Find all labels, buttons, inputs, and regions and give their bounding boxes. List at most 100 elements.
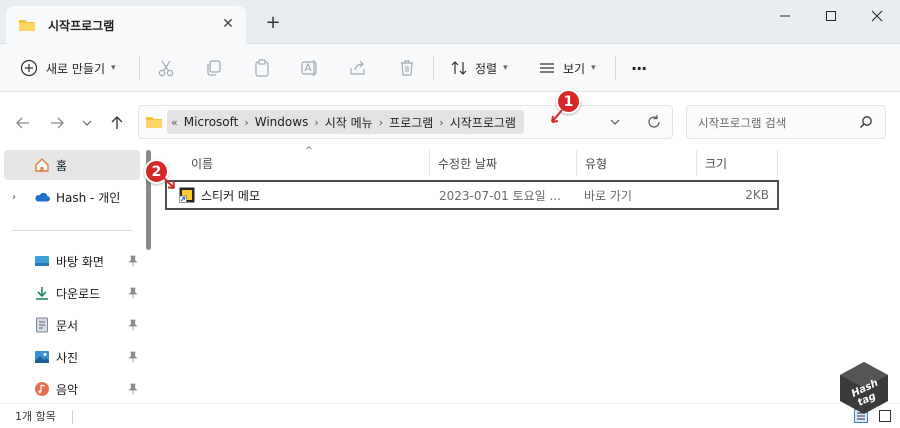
copy-button[interactable] <box>204 54 224 82</box>
overflow-chevron[interactable]: « <box>169 116 180 129</box>
forward-button[interactable] <box>46 112 68 134</box>
recent-locations-button[interactable] <box>76 112 98 134</box>
document-icon <box>34 317 50 333</box>
toolbar-divider <box>433 56 434 80</box>
trash-icon <box>401 60 413 76</box>
share-icon <box>350 60 365 75</box>
sidebar-item-label: 문서 <box>56 318 79 333</box>
toolbar-divider <box>615 56 616 80</box>
chevron-down-icon: ▾ <box>503 63 508 73</box>
file-type: 바로 가기 <box>584 188 632 203</box>
annotation-arrow-2 <box>163 177 175 189</box>
item-count: 1개 항목 <box>15 410 56 423</box>
chevron-down-icon: ▾ <box>591 63 596 73</box>
file-modified: 2023-07-01 토요일 ... <box>439 188 561 203</box>
cut-button[interactable] <box>156 54 176 82</box>
sidebar-item-downloads[interactable]: 다운로드 <box>4 278 140 308</box>
new-tab-button[interactable]: + <box>262 12 284 34</box>
view-button[interactable]: 보기 ▾ <box>537 54 596 82</box>
picture-icon <box>34 349 50 365</box>
table-row[interactable]: 스티커 메모 2023-07-01 토요일 ... 바로 가기 2KB <box>165 180 779 210</box>
search-input[interactable]: 시작프로그램 검색 <box>686 105 886 139</box>
search-icon <box>860 116 872 128</box>
close-window-button[interactable] <box>854 0 900 32</box>
column-divider[interactable] <box>777 150 778 176</box>
file-size: 2KB <box>745 188 769 202</box>
column-header-modified[interactable]: 수정한 날짜 <box>430 150 575 176</box>
annotation-arrow-1 <box>551 109 563 123</box>
music-icon <box>34 381 50 397</box>
address-history-button[interactable] <box>609 116 621 131</box>
breadcrumb-programs[interactable]: 프로그램 <box>385 114 437 131</box>
chevron-right-icon[interactable]: › <box>437 116 445 129</box>
breadcrumb-windows[interactable]: Windows <box>251 115 313 129</box>
pin-icon <box>128 319 138 331</box>
breadcrumb-microsoft[interactable]: Microsoft <box>180 115 243 129</box>
file-name: 스티커 메모 <box>201 188 261 203</box>
paste-button[interactable] <box>252 54 272 82</box>
file-name-cell: 스티커 메모 <box>179 182 260 208</box>
column-header-name[interactable]: 이름 <box>183 150 428 176</box>
tab-current[interactable]: 시작프로그램 ✕ <box>6 6 246 44</box>
tab-close-button[interactable]: ✕ <box>220 16 236 32</box>
back-button[interactable] <box>12 112 34 134</box>
sidebar-item-pictures[interactable]: 사진 <box>4 342 140 372</box>
sidebar-item-documents[interactable]: 문서 <box>4 310 140 340</box>
chevron-right-icon[interactable]: › <box>242 116 250 129</box>
sidebar-item-music[interactable]: 음악 <box>4 374 140 404</box>
cut-icon <box>158 60 174 77</box>
status-divider <box>72 410 73 424</box>
breadcrumb-start-menu[interactable]: 시작 메뉴 <box>321 114 377 131</box>
share-button[interactable] <box>348 54 368 82</box>
pin-icon <box>128 351 138 363</box>
refresh-button[interactable] <box>646 114 662 133</box>
delete-button[interactable] <box>397 54 417 82</box>
column-header-size[interactable]: 크기 <box>697 150 777 176</box>
sidebar-item-onedrive[interactable]: › Hash - 개인 <box>4 182 140 212</box>
sidebar-item-label: 사진 <box>56 350 79 365</box>
sidebar-scrollbar[interactable] <box>146 150 152 403</box>
more-options-button[interactable]: ··· <box>631 54 647 82</box>
pin-icon <box>128 383 138 395</box>
sidebar-item-label: 음악 <box>56 382 79 397</box>
file-list: ^ 이름 수정한 날짜 유형 크기 스티커 메모 2023-07-01 토요일 … <box>155 146 900 403</box>
home-icon <box>34 157 50 173</box>
sidebar-item-label: Hash - 개인 <box>56 190 121 205</box>
rename-icon <box>301 60 317 76</box>
onedrive-cloud-icon <box>34 189 50 205</box>
chevron-right-icon[interactable]: › <box>12 192 26 203</box>
maximize-icon <box>826 11 836 21</box>
paste-icon <box>255 59 269 77</box>
chevron-right-icon[interactable]: › <box>312 116 320 129</box>
chevron-down-icon <box>82 120 92 126</box>
sidebar-item-desktop[interactable]: 바탕 화면 <box>4 246 140 276</box>
minimize-icon <box>780 15 790 17</box>
toolbar-divider <box>139 56 140 80</box>
column-header-type[interactable]: 유형 <box>577 150 695 176</box>
sort-button[interactable]: 정렬 ▾ <box>449 54 508 82</box>
sidebar-item-label: 다운로드 <box>56 286 101 301</box>
rename-button[interactable] <box>300 54 320 82</box>
desktop-icon <box>34 253 50 269</box>
minimize-button[interactable] <box>762 0 808 32</box>
breadcrumb: « Microsoft › Windows › 시작 메뉴 › 프로그램 › 시… <box>145 110 524 134</box>
download-icon <box>34 285 50 301</box>
sticky-notes-icon <box>179 187 195 203</box>
new-button[interactable]: 새로 만들기 ▾ <box>20 54 116 82</box>
breadcrumb-startup[interactable]: 시작프로그램 <box>446 114 520 131</box>
up-button[interactable] <box>106 112 128 134</box>
breadcrumb-highlight: « Microsoft › Windows › 시작 메뉴 › 프로그램 › 시… <box>167 110 524 134</box>
chevron-down-icon: ▾ <box>111 63 116 73</box>
maximize-button[interactable] <box>808 0 854 32</box>
sidebar-item-label: 홈 <box>56 158 68 173</box>
list-view-icon <box>540 63 554 73</box>
new-button-label: 새로 만들기 <box>46 61 106 76</box>
arrow-right-icon <box>51 117 64 129</box>
sidebar-item-home[interactable]: 홈 <box>4 150 140 180</box>
arrow-up-icon <box>111 116 123 129</box>
address-bar[interactable]: « Microsoft › Windows › 시작 메뉴 › 프로그램 › 시… <box>138 105 673 139</box>
sidebar-divider <box>12 230 132 231</box>
search-placeholder: 시작프로그램 검색 <box>698 116 787 130</box>
view-button-label: 보기 <box>563 61 586 76</box>
chevron-right-icon[interactable]: › <box>377 116 385 129</box>
